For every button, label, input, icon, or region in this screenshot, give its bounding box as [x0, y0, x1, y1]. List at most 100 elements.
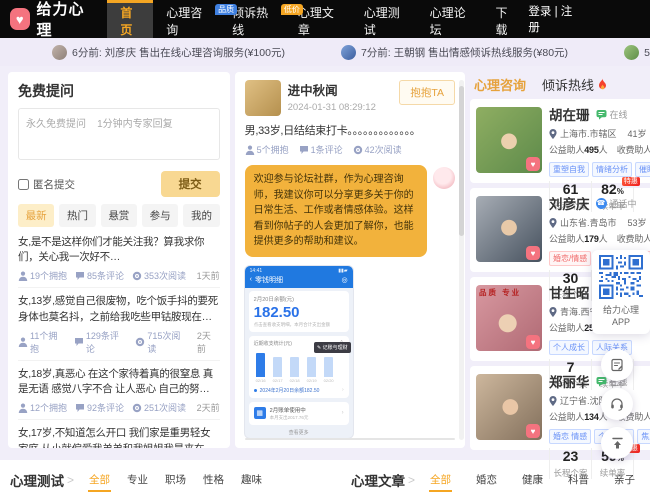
comment-author-avatar[interactable] [433, 167, 455, 189]
anonymous-label[interactable]: 匿名提交 [18, 177, 75, 192]
question-filter-tab[interactable]: 我的 [183, 204, 220, 227]
balance-card: 2月20日余额(元) 182.50 点击查看收支明细，本月合计支出金额 [248, 290, 349, 332]
post-content: 男,33岁,日结结束打卡。。。。。。。。。。。。。 [244, 125, 421, 137]
eye-icon [353, 145, 362, 154]
post-author-name[interactable]: 进中秋闻 [288, 80, 393, 99]
photo-overlay-text: 品质 专业 [479, 288, 522, 297]
bar-label: 02/16 [255, 377, 266, 383]
nav-menu-item[interactable]: 心理咨询 [153, 0, 219, 38]
promo-badge: 特惠 [621, 177, 640, 186]
question-text: 女,13岁,感觉自己很废物，吃个饭手抖的要死 身体也莫名抖，之前给我吃些甲钴胺现… [18, 295, 218, 323]
online-chat-icon [596, 376, 606, 387]
nav-menu-item[interactable]: 下载 [482, 0, 528, 38]
post-author-avatar[interactable] [244, 80, 281, 116]
specialty-tag[interactable]: 催眠 [635, 162, 650, 177]
post-meta: 进中秋闻 2024-01-31 08:29:12 [288, 80, 393, 113]
nav-menu-item[interactable]: 低价 心理文章 [280, 0, 351, 38]
bill-subtitle: 本月支出2017.76元 [269, 414, 309, 420]
location-pin-icon [549, 306, 557, 317]
tests-title[interactable]: 心理测试 > [10, 470, 74, 490]
articles-tab[interactable]: 全部 [429, 469, 452, 492]
reply-input[interactable] [281, 438, 402, 440]
counselor-comment: 欢迎参与论坛社群，作为心理咨询师，我建议你可以分享更多关于你的日常生活、工作或者… [244, 165, 455, 257]
articles-tab[interactable]: 健康 [521, 469, 544, 492]
question-item[interactable]: 女,18岁,真恶心 在这个家待着真的很窒息 真是无语 感觉八字不合 让人恶心 自… [18, 361, 220, 421]
stat-value: 82 [601, 181, 617, 197]
tab-hotline[interactable]: 倾诉热线 [542, 75, 608, 94]
counselor-photo: ♥ [476, 107, 542, 173]
question-item[interactable]: 女,13岁,感觉自己很废物，吃个饭手抖的要死 身体也莫名抖，之前给我吃些甲钴胺现… [18, 288, 220, 361]
comment-count: 129条评论 [74, 329, 128, 355]
nav-menu-label: 心理咨询 [166, 5, 203, 37]
question-time: 2天前 [196, 403, 220, 414]
comment-icon [299, 145, 308, 154]
comment-icon [76, 403, 85, 412]
counselor-photo: ♥ [476, 196, 542, 262]
app-qr-widget[interactable]: 给力心理 APP [592, 250, 650, 334]
question-filter-tab[interactable]: 热门 [59, 204, 96, 227]
hug-count: 11个拥抱 [18, 329, 66, 355]
anonymous-checkbox[interactable] [18, 178, 29, 190]
question-filter-tab[interactable]: 悬赏 [100, 204, 137, 227]
free-question-panel: 免费提问 匿名提交 提交 最新热门悬赏参与我的 女,是不是这样你们才能关注我？算… [8, 72, 230, 448]
nav-menu-item[interactable]: 心理论坛 [417, 0, 483, 38]
read-count: 251次阅读 [132, 401, 186, 414]
nav-menu-item[interactable]: 首页 [107, 0, 154, 38]
question-item[interactable]: 女,是不是这样你们才能关注我？算我求你们，关心我一次好不好。。。。。。。。。。。… [18, 229, 220, 289]
nav-menu-label: 下载 [495, 5, 508, 37]
hug-ta-button[interactable]: 抱抱TA [399, 80, 455, 105]
question-item[interactable]: 女,17岁,不知道怎么开口 我们家是重男轻女家庭 从小就偏爱我弟弟和我姐姐我是夹… [18, 420, 220, 448]
specialty-tag[interactable]: 婚恋 情感 [549, 429, 592, 444]
counselor-card[interactable]: ♥ 胡在珊 ☎ 在线 上海市.市辖 [470, 99, 650, 212]
tests-tab[interactable]: 趣味 [240, 469, 263, 492]
bar [272, 356, 282, 377]
nav-menu-label: 心理论坛 [429, 5, 466, 37]
counselor-age: 41岁 [627, 129, 647, 139]
specialty-tag[interactable]: 婚恋/情感 [549, 251, 592, 266]
tests-tab[interactable]: 专业 [126, 469, 149, 492]
send-button[interactable]: 发送 [402, 438, 454, 439]
specialty-tag[interactable]: 重塑自我 [549, 162, 589, 177]
hug-icon [18, 271, 28, 281]
balance-value: 182.50 [253, 303, 300, 321]
customer-service-button[interactable] [601, 388, 633, 420]
form-icon [611, 358, 623, 372]
bar-label: 02/18 [289, 377, 300, 383]
counselor-age: 53岁 [627, 218, 647, 228]
specialty-tag[interactable]: 个人成长 [549, 340, 589, 355]
tests-tab[interactable]: 性格 [202, 469, 225, 492]
status-text: 在线 [609, 109, 628, 120]
qr-label-line2: APP [611, 317, 630, 327]
nav-menu-item[interactable]: 品质 倾诉热线 [215, 0, 285, 38]
submit-question-button[interactable]: 提交 [160, 171, 220, 197]
feedback-form-button[interactable] [601, 349, 633, 381]
logo[interactable]: ♥ 给力心理 [0, 0, 107, 39]
question-text: 女,是不是这样你们才能关注我？算我求你们，关心我一次好不好。。。。。。。。。。。… [18, 236, 205, 264]
back-to-top-button[interactable] [601, 427, 633, 459]
specialty-tag[interactable]: 情绪分析 [592, 162, 632, 177]
question-filter-tab[interactable]: 参与 [141, 204, 179, 227]
bar-labels: 02/16 02/17 02/18 02/19 02/20 [256, 378, 342, 383]
question-filter-tab[interactable]: 最新 [18, 204, 55, 227]
stat-value: 7 [566, 359, 575, 375]
question-textarea[interactable] [18, 108, 220, 160]
forum-post-panel: 进中秋闻 2024-01-31 08:29:12 抱抱TA 男,33岁,日结结束… [234, 72, 465, 448]
helped-free-count: 495 [584, 145, 599, 155]
counselor-name: 胡在珊 [549, 108, 590, 123]
scrollbar-thumb[interactable] [459, 86, 464, 236]
balance-label: 2月20日余额(元) [253, 296, 294, 303]
tests-tabs: 全部 专业 职场 性格 趣味 [88, 469, 263, 492]
post-date: 2024-01-31 08:29:12 [287, 102, 376, 113]
articles-tab[interactable]: 婚恋 [475, 469, 498, 492]
nav-menu-item[interactable]: 心理测试 [351, 0, 417, 38]
login-register-links[interactable]: 登录 | 注册 [528, 0, 578, 38]
tab-counseling[interactable]: 心理咨询 [474, 75, 526, 94]
question-stats: 11个拥抱 129条评论 715次阅读 2天前 [18, 329, 220, 355]
ticker-text: 6分前: 刘彦庆 售出在线心理咨询服务(¥100元) [72, 46, 285, 59]
specialty-tag[interactable]: 焦虑 [637, 429, 650, 444]
hug-icon [245, 145, 254, 155]
tests-tab[interactable]: 职场 [164, 469, 187, 492]
login-link[interactable]: 登录 [254, 438, 275, 439]
articles-title[interactable]: 心理文章 > [351, 470, 415, 490]
tests-tab[interactable]: 全部 [88, 469, 112, 492]
